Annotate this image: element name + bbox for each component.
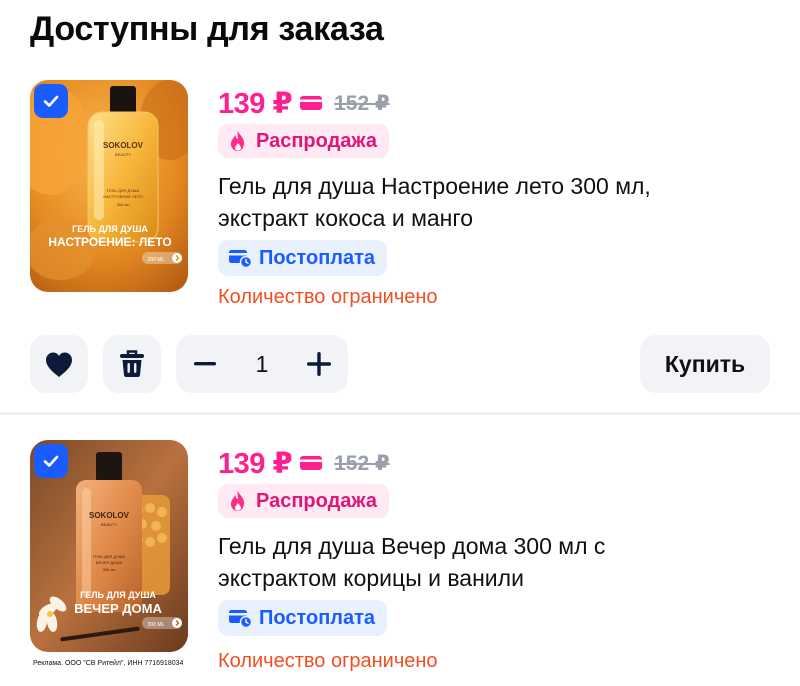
bottle-label-line2: НАСТРОЕНИЕ ЛЕТО: [103, 194, 142, 199]
product-card: SOKOLOV BEAUTY ГЕЛЬ ДЛЯ ДУША НАСТРОЕНИЕ …: [0, 80, 800, 410]
image-volume-badge: 300 ML: [148, 257, 165, 263]
postpay-badge: Постоплата: [218, 240, 388, 276]
chevron-right-icon: [172, 618, 182, 628]
availability-text: Количество ограничено: [218, 650, 438, 672]
sale-label: Распродажа: [256, 489, 377, 512]
availability-text: Количество ограничено: [218, 286, 438, 308]
minus-icon: [194, 362, 216, 366]
postpay-icon: [229, 610, 252, 628]
product-title[interactable]: Гель для душа Настроение лето 300 мл, эк…: [218, 170, 758, 234]
plus-icon: [307, 352, 331, 376]
chevron-right-icon: [172, 253, 182, 263]
heart-icon: [46, 352, 72, 377]
product-card: SOKOLOV BEAUTY ГЕЛЬ ДЛЯ ДУША ВЕЧЕР ДОМА …: [0, 440, 800, 686]
ad-disclaimer: Реклама. ООО "СВ Ритейл", ИНН 7716918034: [33, 660, 184, 667]
price-row: 139 ₽ 152 ₽: [218, 86, 390, 120]
bottle-label-line2: ВЕЧЕР ДОМА: [96, 560, 123, 565]
product-title[interactable]: Гель для душа Вечер дома 300 мл с экстра…: [218, 530, 758, 594]
select-checkbox[interactable]: [34, 84, 68, 118]
bottle-label-line1: ГЕЛЬ ДЛЯ ДУША: [107, 188, 139, 193]
fire-icon: [231, 491, 244, 511]
quantity-stepper: 1: [176, 335, 348, 393]
bottle-brand-sub: BEAUTY: [115, 152, 131, 157]
price-row: 139 ₽ 152 ₽: [218, 446, 390, 480]
sale-label: Распродажа: [256, 129, 377, 152]
select-checkbox[interactable]: [34, 444, 68, 478]
price-current: 139 ₽: [218, 447, 293, 480]
postpay-icon: [229, 250, 252, 268]
product-actions: 1 Купить: [30, 335, 770, 395]
sale-badge: Распродажа: [218, 484, 389, 518]
image-caption-line2: ВЕЧЕР ДОМА: [74, 601, 162, 616]
trash-icon: [120, 350, 144, 377]
bottle-brand: SOKOLOV: [89, 511, 130, 520]
divider: [0, 412, 800, 415]
decrease-button[interactable]: [180, 339, 230, 389]
increase-button[interactable]: [294, 339, 344, 389]
product-title-line2: экстрактом корицы и ванили: [218, 565, 524, 591]
bottle-volume: 300 мл: [117, 202, 131, 207]
image-volume-badge: 300 ML: [148, 622, 165, 628]
delete-button[interactable]: [103, 335, 161, 393]
fire-icon: [231, 131, 244, 151]
card-icon: [300, 456, 323, 470]
image-caption-line1: ГЕЛЬ ДЛЯ ДУША: [72, 224, 148, 234]
image-caption-line1: ГЕЛЬ ДЛЯ ДУША: [80, 590, 156, 600]
bottle-brand-sub: BEAUTY: [101, 522, 117, 527]
product-title-line1: Гель для душа Настроение лето 300 мл,: [218, 173, 651, 199]
buy-button[interactable]: Купить: [640, 335, 770, 393]
bottle-brand: SOKOLOV: [103, 141, 144, 150]
product-title-line1: Гель для душа Вечер дома 300 мл с: [218, 533, 606, 559]
checkmark-icon: [43, 95, 59, 107]
price-old: 152 ₽: [334, 91, 390, 115]
bottle-volume: 300 мл: [103, 567, 117, 572]
postpay-label: Постоплата: [259, 606, 376, 629]
image-caption-line2: НАСТРОЕНИЕ: ЛЕТО: [48, 235, 171, 249]
favorite-button[interactable]: [30, 335, 88, 393]
price-old: 152 ₽: [334, 451, 390, 475]
product-title-line2: экстракт кокоса и манго: [218, 205, 474, 231]
section-title: Доступны для заказа: [30, 10, 384, 48]
postpay-badge: Постоплата: [218, 600, 388, 636]
bottle-label-line1: ГЕЛЬ ДЛЯ ДУША: [93, 554, 125, 559]
quantity-value[interactable]: 1: [236, 335, 288, 393]
postpay-label: Постоплата: [259, 246, 376, 269]
card-icon: [300, 96, 323, 110]
sale-badge: Распродажа: [218, 124, 389, 158]
price-current: 139 ₽: [218, 87, 293, 120]
checkmark-icon: [43, 455, 59, 467]
